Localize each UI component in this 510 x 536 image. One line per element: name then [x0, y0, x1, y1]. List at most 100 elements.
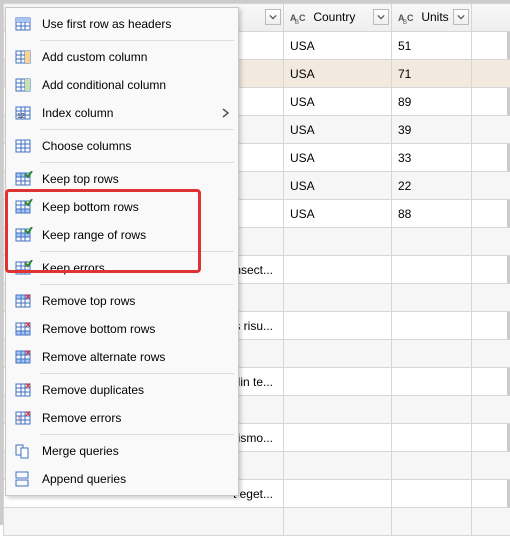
cell-country[interactable]	[284, 452, 392, 480]
cell[interactable]	[472, 396, 510, 424]
remove-bottom-icon: ×	[15, 321, 33, 337]
cell-units[interactable]	[392, 256, 472, 284]
column-filter-button[interactable]	[265, 9, 281, 25]
cell-units[interactable]	[392, 452, 472, 480]
cell-country[interactable]	[284, 340, 392, 368]
cell-units[interactable]: 33	[392, 144, 472, 172]
svg-text:!: !	[18, 415, 20, 424]
cell-country[interactable]: USA	[284, 116, 392, 144]
cell-units[interactable]: 39	[392, 116, 472, 144]
menu-item-merge[interactable]: Merge queries	[6, 437, 238, 465]
cell-units[interactable]: 89	[392, 88, 472, 116]
menu-item-remove-dup[interactable]: ×Remove duplicates	[6, 376, 238, 404]
cell-country[interactable]	[284, 508, 392, 536]
cell-units[interactable]	[392, 508, 472, 536]
headers-icon	[15, 16, 33, 32]
cell-country[interactable]: USA	[284, 200, 392, 228]
menu-item-label: Keep errors	[36, 261, 232, 275]
cell[interactable]	[472, 144, 510, 172]
cell-units[interactable]: 22	[392, 172, 472, 200]
cell[interactable]	[472, 172, 510, 200]
cell[interactable]	[472, 256, 510, 284]
cell-country[interactable]: USA	[284, 88, 392, 116]
cell[interactable]	[472, 424, 510, 452]
cell[interactable]	[472, 340, 510, 368]
menu-item-cond-col[interactable]: Add conditional column	[6, 71, 238, 99]
cell-units[interactable]	[392, 368, 472, 396]
cell[interactable]	[472, 508, 510, 536]
cell[interactable]	[472, 88, 510, 116]
cell-country[interactable]	[284, 368, 392, 396]
cell-country[interactable]: USA	[284, 32, 392, 60]
menu-item-custom-col[interactable]: Add custom column	[6, 43, 238, 71]
cell-units[interactable]	[392, 424, 472, 452]
cell[interactable]	[472, 60, 510, 88]
menu-item-label: Add conditional column	[36, 78, 232, 92]
menu-item-remove-bottom[interactable]: ×Remove bottom rows	[6, 315, 238, 343]
cell-country[interactable]: USA	[284, 60, 392, 88]
cell-units[interactable]	[392, 228, 472, 256]
cell[interactable]	[472, 312, 510, 340]
cell[interactable]	[472, 284, 510, 312]
menu-item-remove-err[interactable]: !×Remove errors	[6, 404, 238, 432]
cell-country[interactable]: USA	[284, 172, 392, 200]
cell[interactable]	[472, 480, 510, 508]
menu-item-keep-bottom[interactable]: Keep bottom rows	[6, 193, 238, 221]
menu-item-append[interactable]: Append queries	[6, 465, 238, 493]
menu-item-keep-errors[interactable]: !Keep errors	[6, 254, 238, 282]
cell[interactable]	[472, 116, 510, 144]
menu-item-label: Remove top rows	[36, 294, 232, 308]
cell-units[interactable]	[392, 480, 472, 508]
cell-country[interactable]	[284, 396, 392, 424]
cell-units[interactable]	[392, 284, 472, 312]
menu-item-keep-top[interactable]: Keep top rows	[6, 165, 238, 193]
menu-item-label: Merge queries	[36, 444, 232, 458]
cell[interactable]	[472, 228, 510, 256]
column-filter-button[interactable]	[453, 9, 469, 25]
cell-country[interactable]: USA	[284, 144, 392, 172]
menu-item-remove-top[interactable]: ×Remove top rows	[6, 287, 238, 315]
svg-text:12: 12	[17, 113, 25, 120]
svg-text:×: ×	[25, 382, 31, 392]
cell-units[interactable]: 51	[392, 32, 472, 60]
cell[interactable]	[472, 368, 510, 396]
cell-units[interactable]: 71	[392, 60, 472, 88]
cond-col-icon-wrap	[12, 77, 36, 93]
menu-item-label: Keep bottom rows	[36, 200, 232, 214]
column-header-units[interactable]: ABC Units	[392, 4, 472, 32]
cell[interactable]	[4, 508, 284, 536]
menu-item-choose-col[interactable]: Choose columns	[6, 132, 238, 160]
cell-country[interactable]	[284, 312, 392, 340]
cell[interactable]	[472, 32, 510, 60]
remove-top-icon: ×	[15, 293, 33, 309]
menu-item-headers[interactable]: Use first row as headers	[6, 10, 238, 38]
cell[interactable]	[472, 200, 510, 228]
column-filter-button[interactable]	[373, 9, 389, 25]
remove-top-icon-wrap: ×	[12, 293, 36, 309]
cell-units[interactable]: 88	[392, 200, 472, 228]
menu-separator	[40, 251, 234, 252]
cell-country[interactable]	[284, 424, 392, 452]
menu-item-keep-range[interactable]: Keep range of rows	[6, 221, 238, 249]
remove-bottom-icon-wrap: ×	[12, 321, 36, 337]
cell-units[interactable]	[392, 396, 472, 424]
menu-item-label: Remove bottom rows	[36, 322, 232, 336]
keep-range-icon-wrap	[12, 227, 36, 243]
menu-item-index-col[interactable]: 12Index column	[6, 99, 238, 127]
cell-country[interactable]	[284, 228, 392, 256]
column-header-country[interactable]: ABC Country	[284, 4, 392, 32]
chevron-down-icon	[269, 13, 277, 21]
abc-type-icon: ABC	[398, 11, 414, 25]
cell-country[interactable]	[284, 256, 392, 284]
headers-icon-wrap	[12, 16, 36, 32]
cell-units[interactable]	[392, 312, 472, 340]
cell-units[interactable]	[392, 340, 472, 368]
cell-country[interactable]	[284, 284, 392, 312]
menu-item-remove-alt[interactable]: ×Remove alternate rows	[6, 343, 238, 371]
cell[interactable]	[472, 452, 510, 480]
keep-bottom-icon	[15, 199, 33, 215]
cell-country[interactable]	[284, 480, 392, 508]
keep-range-icon	[15, 227, 33, 243]
table-row[interactable]	[4, 508, 510, 536]
keep-top-icon-wrap	[12, 171, 36, 187]
